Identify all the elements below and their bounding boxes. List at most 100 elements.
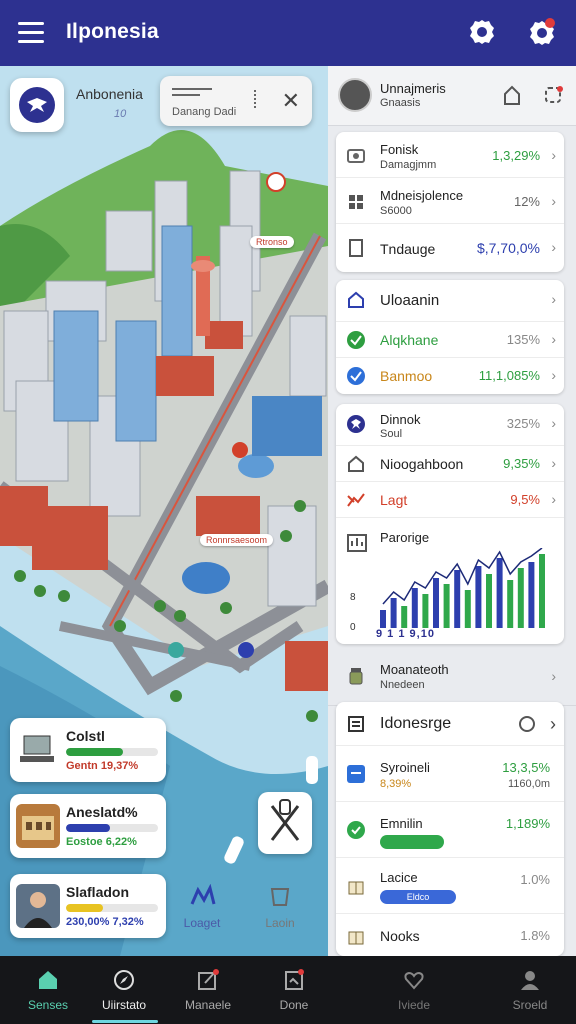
mini-chart[interactable]: Parorige 8 0 9 1 1 9,10 [336,518,564,644]
chart-bar [496,558,503,628]
list-item[interactable]: Moanateoth Nnedeen › [328,650,576,706]
list-item[interactable]: Nioogahboon 9,35% › [336,446,564,482]
globe-icon [347,415,365,433]
stat-card[interactable]: Aneslatd% Eostoe 6,22% [10,794,166,858]
list-item[interactable]: Banmoo 11,1,085% › [336,358,564,394]
item-label: Alqkhane [380,332,439,348]
home-outline-icon[interactable] [502,84,522,106]
stat-progress [66,904,158,912]
share-icon[interactable] [542,84,564,106]
map-label[interactable]: Ronnrsaesoom [200,534,274,546]
stat-card[interactable]: Slafladon 230,00% 7,32% [10,874,166,938]
item-value: 1.8% [520,928,550,943]
item-label: Moanateoth [380,662,449,677]
eagle-emblem-icon [19,87,55,123]
analytics-card: Dinnok Soul 325% › Nioogahboon 9,35% › L… [336,404,564,644]
avatar[interactable] [338,78,372,112]
chart-up-icon [347,493,365,507]
stat-title: Colstl [66,728,105,744]
city-map[interactable]: Rtronso Ronnrsaesoom Anbonenia 10 Danang… [0,66,328,956]
chart-y-label: 8 [350,592,356,603]
list-item[interactable]: Nooks 1.8% [336,914,564,956]
tools-button[interactable] [258,792,312,854]
item-label: Nooks [380,928,420,944]
check-green-icon [347,821,365,839]
doc-icon [349,239,363,257]
summary-card: Fonisk Damagjmm 1,3,29% › Mdneisjolence … [336,132,564,272]
notification-gear-icon[interactable] [526,16,558,48]
lines-icon [172,88,212,100]
chart-bar [486,574,492,628]
help-icon[interactable] [518,715,536,733]
stat-title: Slafladon [66,884,130,900]
card-header[interactable]: Idonesrge › [336,702,564,746]
nav-item-manage[interactable]: Manaele [160,956,256,1024]
list-item[interactable]: Fonisk Damagjmm 1,3,29% › [336,132,564,178]
map-label[interactable]: Rtronso [250,236,294,248]
item-value: 1,189% [505,816,550,831]
stat-sub: Gentn 19,37% [66,760,139,772]
profile-name: Unnajmeris [380,81,446,96]
close-icon[interactable]: ✕ [282,90,300,112]
list-item[interactable]: Lagt 9,5% › [336,482,564,518]
item-value: 325% [506,416,540,431]
item-value: 11,1,085% [478,368,540,383]
item-label: Lacice [380,870,418,885]
chart-bar [401,606,408,628]
person-icon [521,971,539,990]
list-item[interactable]: Emnilin 1,189% [336,802,564,858]
person-photo-icon [16,884,60,928]
item-label: Tndauge [380,241,436,257]
item-value: 1160,0m [508,778,550,790]
drag-handle-icon[interactable] [254,90,257,108]
settings-icon[interactable] [466,16,498,48]
heart-icon [404,971,424,990]
check-circle-blue-icon [347,367,365,385]
profile-header[interactable]: Unnajmeris Gnaasis [328,66,576,126]
menu-icon[interactable] [18,22,44,44]
list-item[interactable]: Dinnok Soul 325% › [336,404,564,446]
list-item[interactable]: Tndauge $,7,70,0% › [336,224,564,272]
chart-nav-icon[interactable] [190,884,216,908]
list-item[interactable]: Mdneisjolence S6000 12% › [336,178,564,224]
brand-logo[interactable] [10,78,64,132]
gift-icon [348,881,364,895]
item-sub: Nnedeen [380,679,425,691]
list-item[interactable]: Alqkhane 135% › [336,322,564,358]
nav-item-done[interactable]: Done [246,956,342,1024]
indonesia-card: Idonesrge › Syroineli 8,39% 13,3,5% 1160… [336,702,564,956]
float-nav-label[interactable]: Loaget [172,916,232,930]
image-icon [347,149,365,163]
nav-item-favorites[interactable]: Iviede [366,956,462,1024]
cal-icon [347,765,365,783]
chart-bar [539,554,545,628]
nav-label: Manaele [184,998,232,1012]
bottom-nav: Senses Uiirstato Manaele Done Iviede Sro… [0,956,576,1024]
laptop-icon [20,735,54,762]
list-item[interactable]: Lacice Eldco 1.0% [336,858,564,914]
chart-y-label: 0 [350,622,356,633]
list-item[interactable]: Syroineli 8,39% 13,3,5% 1160,0m [336,746,564,802]
brand-name: Anbonenia [76,86,143,102]
item-value: 135% [506,332,540,347]
item-sub: Soul [380,428,403,440]
item-value: 12% [513,194,540,209]
list-item[interactable]: Uloaanin › [336,280,564,322]
item-label: Lagt [380,492,408,508]
item-label: Fonisk [380,142,419,157]
stat-card[interactable]: Colstl Gentn 19,37% [10,718,166,782]
nav-item-profile[interactable]: Sroeld [482,956,576,1024]
stat-sub: 230,00% 7,32% [66,916,144,928]
search-box[interactable]: Danang Dadi ✕ [160,76,312,126]
chevron-right-icon: › [551,147,556,163]
chart-bar [380,610,386,628]
chevron-right-icon: › [551,291,556,307]
nav-item-explore[interactable]: Uiirstato [76,956,172,1024]
trash-icon[interactable] [268,884,292,908]
chart-bar [422,594,429,628]
compass-icon [114,970,134,990]
item-sub: S6000 [380,205,412,217]
side-panel: Unnajmeris Gnaasis Fonisk Damagjmm 1,3,2… [328,66,576,956]
chart-bar [390,598,397,628]
float-nav-label[interactable]: Laoin [250,916,310,930]
